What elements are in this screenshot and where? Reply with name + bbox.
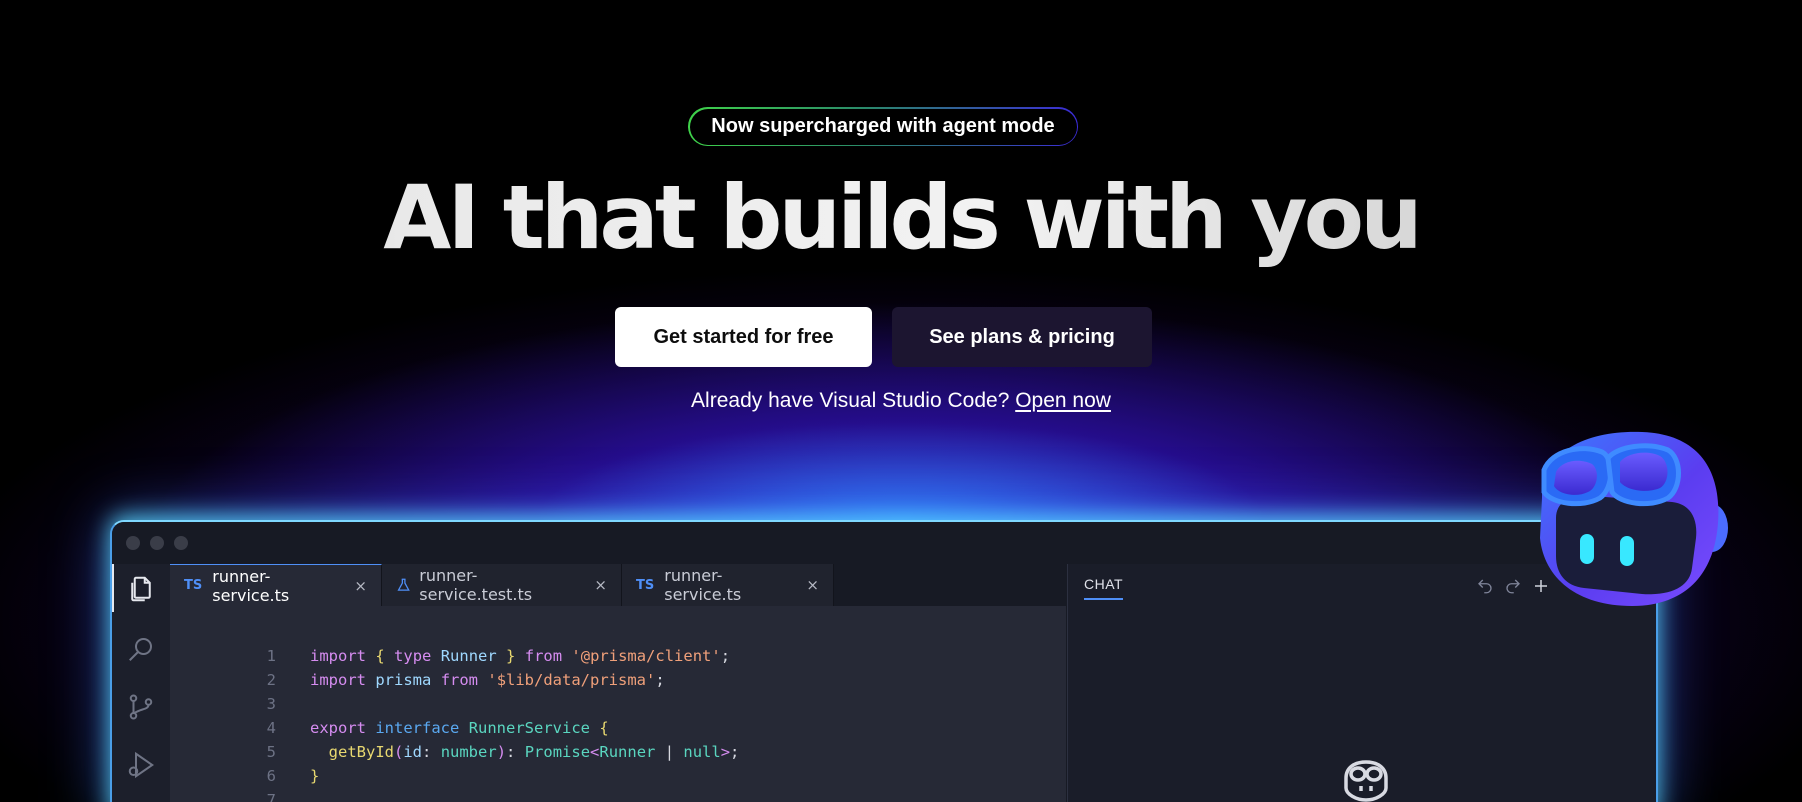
badge-label: Now supercharged with agent mode [689,108,1077,145]
code-line: 2 import prisma from '$lib/data/prisma'; [170,644,665,689]
get-started-button[interactable]: Get started for free [615,307,872,367]
maximize-window-dot[interactable] [174,536,188,550]
minimize-window-dot[interactable] [150,536,164,550]
tab-label: runner-service.ts [212,566,290,605]
tab-runner-service[interactable]: TS runner-service.ts × [170,564,382,606]
typescript-icon: TS [636,577,655,593]
chat-title[interactable]: CHAT [1084,576,1124,600]
close-tab-icon[interactable]: × [354,577,367,595]
copilot-mascot-icon [1540,431,1728,606]
code-line: 6} [170,740,320,785]
redo-icon[interactable] [1504,577,1522,595]
already-have-vscode: Already have Visual Studio Code? Open no… [0,389,1802,413]
code-line: 1 import { type Runner } from '@prisma/cl… [170,620,730,665]
code-line: 5 getById(id: number): Promise<Runner | … [170,716,740,761]
tab-label: runner-service.test.ts [419,566,533,604]
test-flask-icon [397,578,410,591]
search-icon[interactable] [126,634,156,664]
typescript-icon: TS [184,578,203,593]
window-titlebar [112,522,1656,564]
code-line: 4 export interface RunnerService { [170,692,609,737]
code-line: 3 [170,668,310,713]
code-editor[interactable]: 1 import { type Runner } from '@prisma/cl… [170,606,1066,802]
undo-icon[interactable] [1476,577,1494,595]
see-plans-button[interactable]: See plans & pricing [892,307,1152,367]
tab-runner-service-2[interactable]: TS runner-service.ts × [622,564,834,606]
open-now-link[interactable]: Open now [1015,389,1111,412]
run-debug-icon[interactable] [126,750,156,780]
activity-bar [112,564,170,802]
code-line: 8const runnerService: RunnerService = { [170,788,665,802]
code-line: 7 [170,764,310,802]
agent-mode-badge[interactable]: Now supercharged with agent mode [688,107,1078,146]
hero-headline: AI that builds with you [0,168,1802,268]
files-icon[interactable] [126,574,156,604]
tab-runner-service-test[interactable]: runner-service.test.ts × [382,564,622,606]
close-window-dot[interactable] [126,536,140,550]
tab-label: runner-service.ts [664,566,742,604]
active-indicator [112,564,114,612]
editor-window: TS runner-service.ts × runner-service.te… [110,520,1658,802]
source-control-icon[interactable] [126,692,156,722]
close-tab-icon[interactable]: × [594,576,607,594]
copilot-icon [1338,756,1394,802]
editor-tab-bar: TS runner-service.ts × runner-service.te… [170,564,1066,606]
close-tab-icon[interactable]: × [806,576,819,594]
already-have-text: Already have Visual Studio Code? [691,389,1010,412]
